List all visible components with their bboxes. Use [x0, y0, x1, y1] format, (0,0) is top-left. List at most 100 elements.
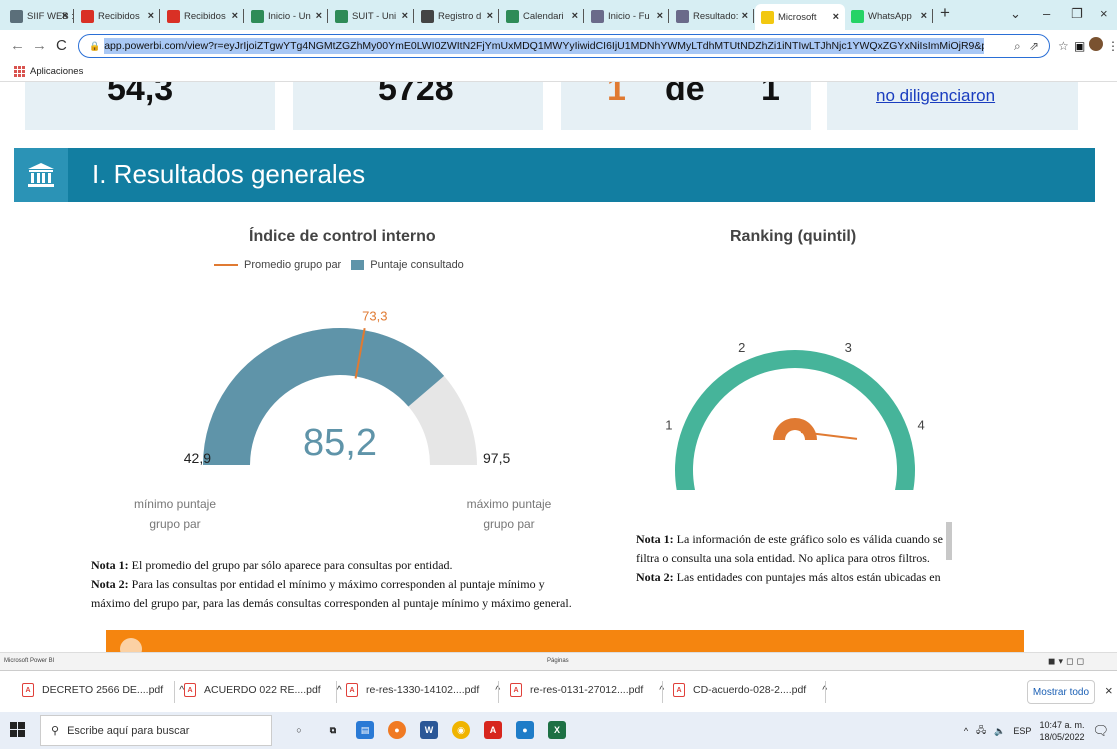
browser-tab[interactable]: Recibidos × [75, 4, 160, 28]
new-tab-button[interactable]: + [940, 3, 950, 23]
sidepanel-icon[interactable]: ▣ [1074, 39, 1085, 53]
excel-icon[interactable]: X [548, 721, 566, 739]
tab-label: WhatsApp [868, 10, 912, 22]
zoom-icon[interactable]: ⌕ [1014, 39, 1021, 54]
kpi-card: 1 de 1 [561, 82, 811, 130]
show-all-downloads-button[interactable]: Mostrar todo [1027, 680, 1095, 704]
bookmark-star-icon[interactable]: ☆ [1058, 39, 1069, 53]
min-caption: mínimo puntaje grupo par [120, 494, 230, 534]
browser-tab[interactable]: Inicio - Un × [245, 4, 328, 28]
notes-scrollbar[interactable] [946, 522, 952, 560]
ranking-tick-label: 4 [917, 418, 924, 433]
pdf-icon: A [22, 683, 34, 697]
note-text: La información de este gráfico solo es v… [673, 532, 943, 546]
close-icon[interactable]: × [232, 10, 238, 22]
close-icon[interactable]: × [148, 10, 154, 22]
close-shelf-icon[interactable]: × [1105, 683, 1113, 698]
address-bar[interactable]: 🔒 app.powerbi.com/view?r=eyJrIjoiZTgwYTg… [78, 34, 1050, 58]
browser-tab[interactable]: Inicio - Fu × [585, 4, 669, 28]
browser-tab[interactable]: WhatsApp × [845, 4, 933, 28]
gmail-icon [81, 9, 94, 23]
chrome-icon[interactable]: ◉ [452, 721, 470, 739]
download-separator [174, 681, 175, 703]
back-arrow-icon[interactable]: ← [10, 37, 25, 54]
download-item[interactable]: ACD-acuerdo-028-2....pdf^ [673, 683, 827, 697]
download-item[interactable]: Are-res-0131-27012....pdf^ [510, 683, 664, 697]
download-item[interactable]: A ACUERDO 022 RE....pdf ^ [184, 683, 342, 697]
browser-tab[interactable]: Registro d × [415, 4, 499, 28]
tab-label: Recibidos [98, 10, 140, 22]
language-indicator[interactable]: ESP [1013, 726, 1031, 736]
browser-tab[interactable]: Resultado: × [670, 4, 754, 28]
note-line: Nota 1: La información de este gráfico s… [636, 530, 956, 549]
firefox-icon[interactable]: ● [388, 721, 406, 739]
max-caption: máximo puntaje grupo par [454, 494, 564, 534]
close-icon[interactable]: × [572, 10, 578, 22]
forward-arrow-icon[interactable]: → [32, 37, 47, 54]
close-window-icon[interactable]: × [1100, 6, 1108, 21]
clock[interactable]: 10:47 a. m. 18/05/2022 [1039, 719, 1084, 743]
gauge-left-chart[interactable]: 73,3 85,2 42,9 97,5 [170, 287, 510, 467]
shield-icon [591, 9, 604, 23]
tab-separator [243, 9, 244, 23]
download-separator [662, 681, 663, 703]
network-icon[interactable]: 🖧 [976, 723, 986, 739]
pages-label[interactable]: Páginas [547, 658, 569, 664]
min-caption-line: mínimo puntaje [133, 497, 217, 511]
reload-icon[interactable]: C [56, 37, 67, 54]
close-icon[interactable]: × [921, 10, 927, 22]
search-icon: ⚲ [51, 725, 60, 737]
gauge-right-chart[interactable]: 012345 [650, 270, 940, 490]
minimize-icon[interactable]: – [1043, 6, 1050, 21]
share-icon[interactable]: ⇗ [1029, 39, 1039, 53]
close-icon[interactable]: × [316, 10, 322, 22]
chrome-user-icon[interactable]: ● [516, 721, 534, 739]
tab-separator [498, 9, 499, 23]
browser-toolbar: ← → C 🔒 app.powerbi.com/view?r=eyJrIjoiZ… [0, 30, 1117, 62]
notifications-icon[interactable]: 🗨 [1092, 723, 1109, 739]
note-label: Nota 2: [636, 570, 674, 584]
browser-tab[interactable]: Microsoft × [755, 4, 845, 30]
apps-grid-icon[interactable] [14, 66, 25, 77]
windows-start-icon[interactable] [10, 722, 25, 737]
browser-tab[interactable]: SIIF WEB : × [4, 4, 74, 28]
restore-icon[interactable]: ❐ [1071, 6, 1083, 22]
close-icon[interactable]: × [402, 10, 408, 22]
url-text[interactable]: app.powerbi.com/view?r=eyJrIjoiZTgwYTg4N… [104, 38, 985, 54]
chevron-up-icon[interactable]: ^ [337, 684, 342, 696]
tab-search-icon[interactable]: ⌄ [1010, 6, 1021, 22]
note-line: filtra o consulta una sola entidad. No a… [636, 549, 956, 568]
close-icon[interactable]: × [657, 10, 663, 22]
close-icon[interactable]: × [833, 11, 839, 23]
ranking-tick-label: 2 [738, 340, 745, 355]
max-caption-line: grupo par [483, 517, 535, 531]
task-view-icon[interactable]: ⧉ [324, 721, 342, 739]
tab-separator [413, 9, 414, 23]
close-icon[interactable]: × [62, 10, 68, 22]
profile-avatar[interactable] [1089, 37, 1103, 51]
shield-icon [676, 9, 689, 23]
kebab-menu-icon[interactable]: ⋮ [1107, 39, 1117, 53]
cortana-icon[interactable]: ○ [290, 721, 308, 739]
taskbar-search[interactable]: ⚲ Escribe aquí para buscar [40, 715, 272, 746]
volume-icon[interactable]: 🔈 [994, 726, 1005, 737]
no-diligenciaron-link[interactable]: no diligenciaron [876, 86, 995, 106]
close-icon[interactable]: × [742, 10, 748, 22]
acrobat-icon[interactable]: A [484, 721, 502, 739]
file-explorer-icon[interactable]: ▤ [356, 721, 374, 739]
download-item[interactable]: A DECRETO 2566 DE....pdf ^ [22, 683, 184, 697]
close-icon[interactable]: × [487, 10, 493, 22]
note-line: Nota 2: Para las consultas por entidad e… [91, 575, 611, 594]
bookmark-apps[interactable]: Aplicaciones [30, 66, 83, 77]
browser-tab[interactable]: SUIT - Uni × [329, 4, 414, 28]
browser-tab[interactable]: Calendari × [500, 4, 584, 28]
share-social-icon[interactable]: ◼▾◻◻ [1048, 656, 1087, 667]
download-item[interactable]: Are-res-1330-14102....pdf^ [346, 683, 500, 697]
note-text: Las entidades con puntajes más altos est… [673, 570, 941, 584]
tab-label: Calendari [523, 10, 564, 22]
tab-separator [159, 9, 160, 23]
browser-tab[interactable]: Recibidos × [161, 4, 244, 28]
word-icon[interactable]: W [420, 721, 438, 739]
chevron-up-icon[interactable]: ^ [964, 726, 968, 736]
tab-label: SUIT - Uni [352, 10, 397, 22]
